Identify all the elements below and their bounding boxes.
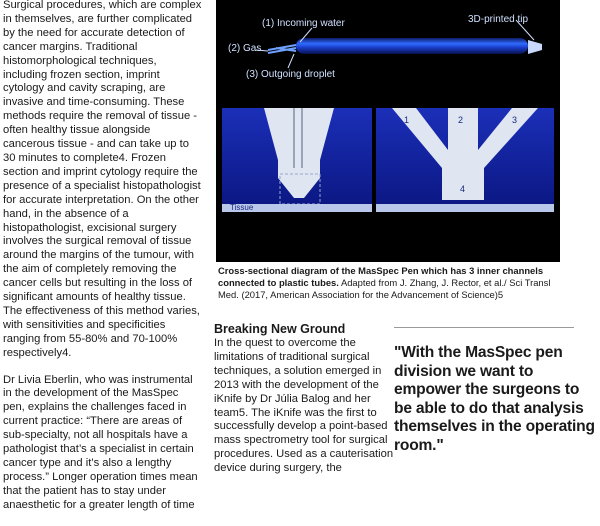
pen-body <box>296 38 528 54</box>
quote-divider <box>394 327 574 328</box>
channel-3-label: 3 <box>512 115 517 125</box>
label-3d-printed-tip: 3D-printed tip <box>468 14 528 25</box>
label-gas: (2) Gas <box>228 43 261 54</box>
pen-tip <box>528 40 542 54</box>
figure-caption: Cross-sectional diagram of the MasSpec P… <box>218 265 562 301</box>
section-heading: Breaking New Ground <box>214 322 346 336</box>
label-incoming-water: (1) Incoming water <box>262 18 345 29</box>
channel-1-label: 1 <box>404 115 409 125</box>
body-paragraph: Dr Livia Eberlin, who was instrumental i… <box>3 373 198 511</box>
label-outgoing-droplet: (3) Outgoing droplet <box>246 69 335 80</box>
channel-4-label: 4 <box>460 184 465 194</box>
channel-2-label: 2 <box>458 115 463 125</box>
label-tissue: Tissue <box>230 203 254 212</box>
body-paragraph: Surgical procedures, which are complex i… <box>3 0 202 359</box>
figure-illustration: (1) Incoming water (2) Gas (3) Outgoing … <box>222 14 554 212</box>
tube-lines <box>267 44 297 54</box>
pull-quote: "With the MasSpec pen division we want t… <box>394 344 595 454</box>
body-paragraph: In the quest to overcome the limitations… <box>214 337 394 475</box>
pull-quote-box: "With the MasSpec pen division we want t… <box>392 327 600 455</box>
left-column: Surgical procedures, which are complex i… <box>3 0 203 526</box>
middle-column: Breaking New Ground In the quest to over… <box>214 322 394 489</box>
masspec-pen-figure: (1) Incoming water (2) Gas (3) Outgoing … <box>216 0 560 262</box>
